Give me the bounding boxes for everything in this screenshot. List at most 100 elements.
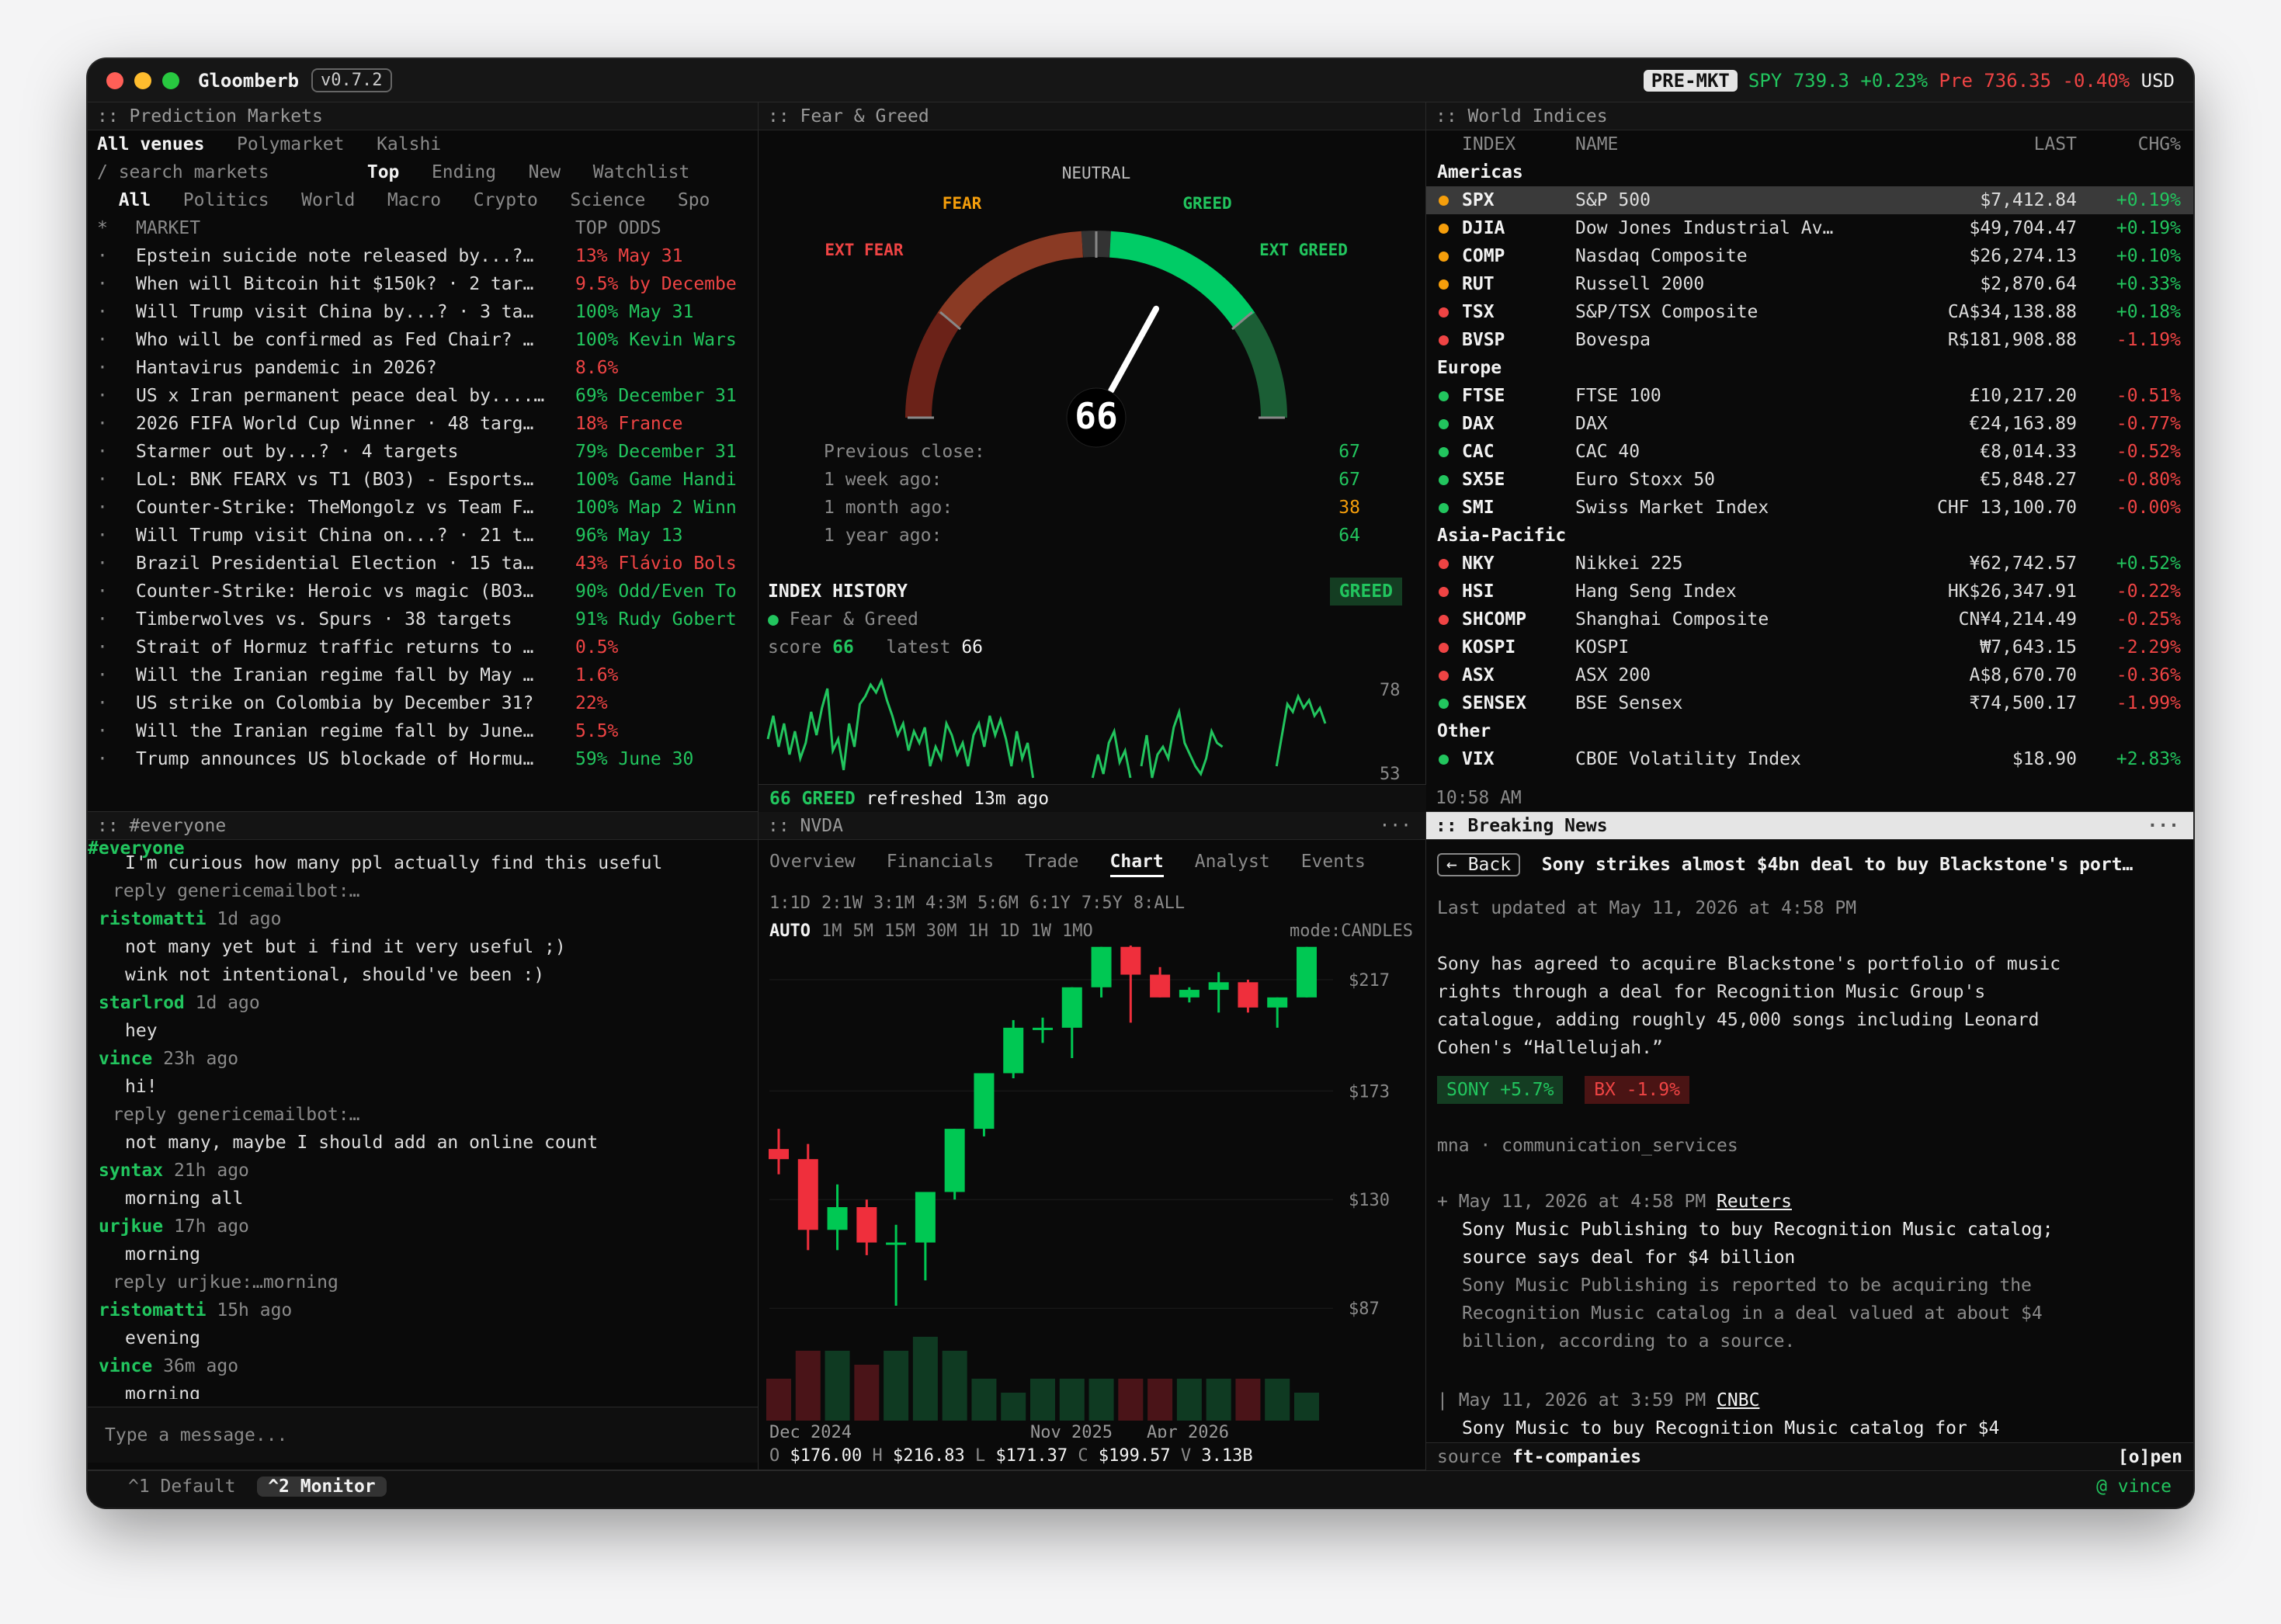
- range-option[interactable]: 5:6M: [977, 894, 1019, 913]
- market-row[interactable]: · Will Trump visit China by...? · 3 ta… 10…: [88, 298, 758, 326]
- venue-kalshi[interactable]: Kalshi: [377, 134, 441, 154]
- interval-option[interactable]: 1W: [1030, 921, 1051, 941]
- watch-toggle-icon[interactable]: ·: [97, 689, 108, 717]
- tag-sony[interactable]: SONY +5.7%: [1437, 1076, 1564, 1104]
- watch-toggle-icon[interactable]: ·: [97, 522, 108, 550]
- market-row[interactable]: · Epstein suicide note released by...?… 13…: [88, 242, 758, 270]
- range-option[interactable]: 6:1Y: [1029, 894, 1071, 913]
- pane-menu-icon[interactable]: ···: [1379, 812, 1411, 840]
- range-option[interactable]: 1:1D: [769, 894, 811, 913]
- chat-username[interactable]: vince: [99, 1356, 152, 1376]
- interval-option[interactable]: 1MO: [1062, 921, 1093, 941]
- tab-events[interactable]: Events: [1301, 852, 1366, 872]
- interval-option[interactable]: 1H: [967, 921, 988, 941]
- chart-mode[interactable]: mode:CANDLES: [1290, 918, 1413, 946]
- watch-toggle-icon[interactable]: ·: [97, 717, 108, 745]
- category-all[interactable]: All: [119, 190, 151, 210]
- range-option[interactable]: 8:ALL: [1134, 894, 1185, 913]
- interval-option[interactable]: 5M: [852, 921, 873, 941]
- watch-toggle-icon[interactable]: ·: [97, 438, 108, 466]
- category-macro[interactable]: Macro: [387, 190, 441, 210]
- chat-reply-ref[interactable]: reply genericemailbot:…: [113, 877, 758, 905]
- venue-polymarket[interactable]: Polymarket: [237, 134, 344, 154]
- market-row[interactable]: · LoL: BNK FEARX vs T1 (BO3) - Esports… 10…: [88, 466, 758, 494]
- chat-username[interactable]: starlrod: [99, 993, 185, 1013]
- watch-toggle-icon[interactable]: ·: [97, 494, 108, 522]
- chat-reply-ref[interactable]: reply genericemailbot:…: [113, 1101, 758, 1129]
- open-article-button[interactable]: [o]pen: [2118, 1443, 2182, 1471]
- back-button[interactable]: ← Back: [1437, 853, 1521, 876]
- category-politics[interactable]: Politics: [183, 190, 269, 210]
- tab-overview[interactable]: Overview: [769, 852, 856, 872]
- market-row[interactable]: · Will Trump visit China on...? · 21 t… 96…: [88, 522, 758, 550]
- search-input[interactable]: / search markets: [97, 158, 356, 186]
- watch-toggle-icon[interactable]: ·: [97, 633, 108, 661]
- watch-toggle-icon[interactable]: ·: [97, 382, 108, 410]
- interval-option[interactable]: AUTO: [769, 921, 811, 941]
- watch-toggle-icon[interactable]: ·: [97, 270, 108, 298]
- category-world[interactable]: World: [301, 190, 355, 210]
- index-row[interactable]: RUT Russell 2000 $2,870.64 +0.33%: [1426, 270, 2193, 298]
- market-row[interactable]: · Will the Iranian regime fall by June… 5.…: [88, 717, 758, 745]
- chat-username[interactable]: ristomatti: [99, 1300, 206, 1320]
- watch-toggle-icon[interactable]: ·: [97, 466, 108, 494]
- range-option[interactable]: 3:1M: [873, 894, 915, 913]
- index-row[interactable]: DAX DAX €24,163.89 -0.77%: [1426, 410, 2193, 438]
- index-row[interactable]: FTSE FTSE 100 £10,217.20 -0.51%: [1426, 382, 2193, 410]
- story-2-source-link[interactable]: CNBC: [1717, 1390, 1759, 1411]
- watch-toggle-icon[interactable]: ·: [97, 298, 108, 326]
- sort-new[interactable]: New: [529, 162, 561, 182]
- index-row[interactable]: SMI Swiss Market Index CHF 13,100.70 -0.00%: [1426, 494, 2193, 522]
- message-input[interactable]: Type a message...: [88, 1407, 758, 1463]
- index-row[interactable]: CAC CAC 40 €8,014.33 -0.52%: [1426, 438, 2193, 466]
- tab-financials[interactable]: Financials: [887, 852, 994, 872]
- interval-option[interactable]: 30M: [926, 921, 957, 941]
- sort-ending[interactable]: Ending: [432, 162, 496, 182]
- sort-top[interactable]: Top: [367, 162, 400, 182]
- watch-toggle-icon[interactable]: ·: [97, 661, 108, 689]
- tag-bx[interactable]: BX -1.9%: [1585, 1076, 1689, 1104]
- market-row[interactable]: · Strait of Hormuz traffic returns to … 0.…: [88, 633, 758, 661]
- index-row[interactable]: HSI Hang Seng Index HK$26,347.91 -0.22%: [1426, 578, 2193, 606]
- watch-toggle-icon[interactable]: ·: [97, 354, 108, 382]
- close-window-button[interactable]: [106, 71, 123, 89]
- market-row[interactable]: · 2026 FIFA World Cup Winner · 48 targ… 18…: [88, 410, 758, 438]
- market-row[interactable]: · Brazil Presidential Election · 15 ta… 43…: [88, 550, 758, 578]
- interval-option[interactable]: 1D: [999, 921, 1020, 941]
- index-row[interactable]: ASX ASX 200 A$8,670.70 -0.36%: [1426, 661, 2193, 689]
- tab-default[interactable]: ^1 Default: [128, 1477, 235, 1497]
- market-row[interactable]: · Who will be confirmed as Fed Chair? … 10…: [88, 326, 758, 354]
- index-row[interactable]: COMP Nasdaq Composite $26,274.13 +0.10%: [1426, 242, 2193, 270]
- market-row[interactable]: · Counter-Strike: Heroic vs magic (BO3… 90…: [88, 578, 758, 606]
- category-sports[interactable]: Spo: [678, 190, 710, 210]
- index-row[interactable]: NKY Nikkei 225 ¥62,742.57 +0.52%: [1426, 550, 2193, 578]
- chat-username[interactable]: vince: [99, 1049, 152, 1069]
- chat-username[interactable]: urjkue: [99, 1216, 163, 1237]
- sort-watchlist[interactable]: Watchlist: [593, 162, 690, 182]
- market-row[interactable]: · Starmer out by...? · 4 targets 79% Decem…: [88, 438, 758, 466]
- chat-username[interactable]: ristomatti: [99, 909, 206, 929]
- interval-option[interactable]: 15M: [884, 921, 915, 941]
- index-row[interactable]: DJIA Dow Jones Industrial Av… $49,704.47 +0…: [1426, 214, 2193, 242]
- watch-toggle-icon[interactable]: ·: [97, 745, 108, 773]
- index-row[interactable]: SENSEX BSE Sensex ₹74,500.17 -1.99%: [1426, 689, 2193, 717]
- market-row[interactable]: · US x Iran permanent peace deal by....… 6…: [88, 382, 758, 410]
- story-1-source-link[interactable]: Reuters: [1717, 1192, 1792, 1212]
- zoom-window-button[interactable]: [162, 71, 179, 89]
- tab-chart[interactable]: Chart: [1109, 852, 1164, 877]
- watch-toggle-icon[interactable]: ·: [97, 578, 108, 606]
- venue-all[interactable]: All venues: [97, 134, 204, 154]
- watch-toggle-icon[interactable]: ·: [97, 326, 108, 354]
- range-option[interactable]: 7:5Y: [1081, 894, 1123, 913]
- index-row[interactable]: VIX CBOE Volatility Index $18.90 +2.83%: [1426, 745, 2193, 773]
- interval-option[interactable]: 1M: [821, 921, 842, 941]
- chat-username[interactable]: syntax: [99, 1161, 163, 1181]
- tab-trade[interactable]: Trade: [1025, 852, 1078, 872]
- watch-toggle-icon[interactable]: ·: [97, 410, 108, 438]
- index-row[interactable]: KOSPI KOSPI ₩7,643.15 -2.29%: [1426, 633, 2193, 661]
- category-crypto[interactable]: Crypto: [474, 190, 538, 210]
- market-row[interactable]: · Hantavirus pandemic in 2026? 8.6%: [88, 354, 758, 382]
- market-row[interactable]: · US strike on Colombia by December 31? 22…: [88, 689, 758, 717]
- index-row[interactable]: SX5E Euro Stoxx 50 €5,848.27 -0.80%: [1426, 466, 2193, 494]
- market-row[interactable]: · When will Bitcoin hit $150k? · 2 tar… 9.…: [88, 270, 758, 298]
